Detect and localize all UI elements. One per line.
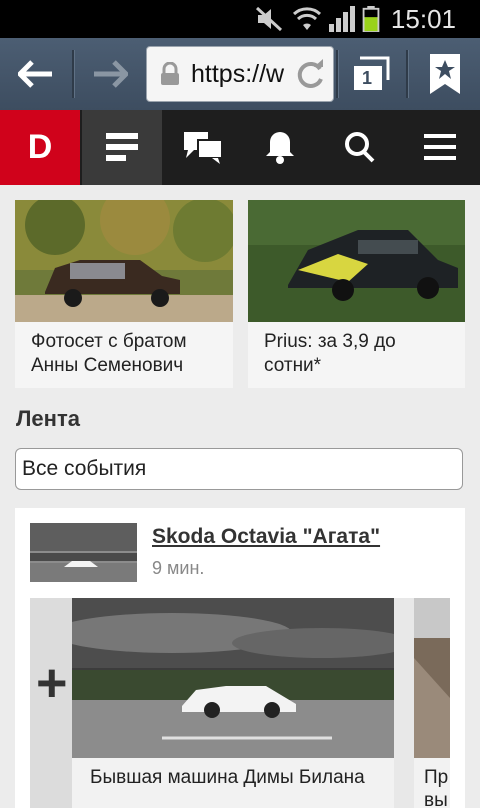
status-bar: 15:01 [0,0,480,38]
tabs-count: 1 [362,68,373,88]
nav-feed[interactable] [82,110,162,185]
search-icon [345,132,375,163]
feed-post: Skoda Octavia "Агата" 9 мин. + Бывшая ма… [15,508,465,808]
section-title: Лента [16,406,80,431]
site-nav: D [0,110,480,185]
browser-toolbar: https://w 1 [0,38,480,110]
menu-icon [424,134,456,160]
url-text: https://w [191,60,285,88]
feed-icon [106,133,138,161]
featured-card[interactable]: Фотосет с братом Анны Семенович [15,200,233,388]
bookmark-icon[interactable] [430,54,460,94]
next-slide-caption: Пр вы [424,767,449,808]
slide-caption: Бывшая машина Димы Билана [90,767,365,788]
events-filter-select[interactable]: Все события [15,448,463,490]
signal-icon [329,6,355,32]
featured-caption: Фотосет с братом Анны Семенович [31,331,187,376]
site-logo[interactable]: D [0,110,80,185]
post-gallery: + Бывшая машина Димы Билана Пр вы [30,598,450,808]
add-button[interactable]: + [30,598,72,808]
nav-messages[interactable] [162,110,242,185]
nav-notifications[interactable] [240,110,320,185]
next-slide-photo [414,598,450,758]
bell-icon [266,132,294,164]
wifi-icon [292,7,322,30]
address-bar[interactable]: https://w [146,46,334,102]
nav-menu[interactable] [400,110,480,185]
reload-icon [297,59,323,88]
lock-icon [161,62,179,85]
mute-icon [255,6,283,32]
plus-icon: + [36,653,68,713]
battery-icon [362,6,380,32]
forward-icon[interactable] [92,60,128,88]
messages-icon [184,132,223,164]
post-thumbnail[interactable] [30,523,137,582]
gallery-next-slide[interactable]: Пр вы [414,598,450,808]
post-time: 9 мин. [152,558,205,578]
reload-button[interactable] [293,57,329,93]
featured-photo [248,200,465,322]
featured-photo [15,200,233,322]
tabs-button[interactable]: 1 [352,56,390,92]
post-title-link[interactable]: Skoda Octavia "Агата" [152,525,380,549]
clock: 15:01 [390,4,456,34]
featured-card[interactable]: Prius: за 3,9 до сотни* [248,200,465,388]
back-icon[interactable] [18,60,54,88]
nav-search[interactable] [320,110,400,185]
gallery-slide[interactable]: Бывшая машина Димы Билана [52,598,412,808]
featured-caption: Prius: за 3,9 до сотни* [264,331,396,376]
slide-photo [52,598,412,758]
